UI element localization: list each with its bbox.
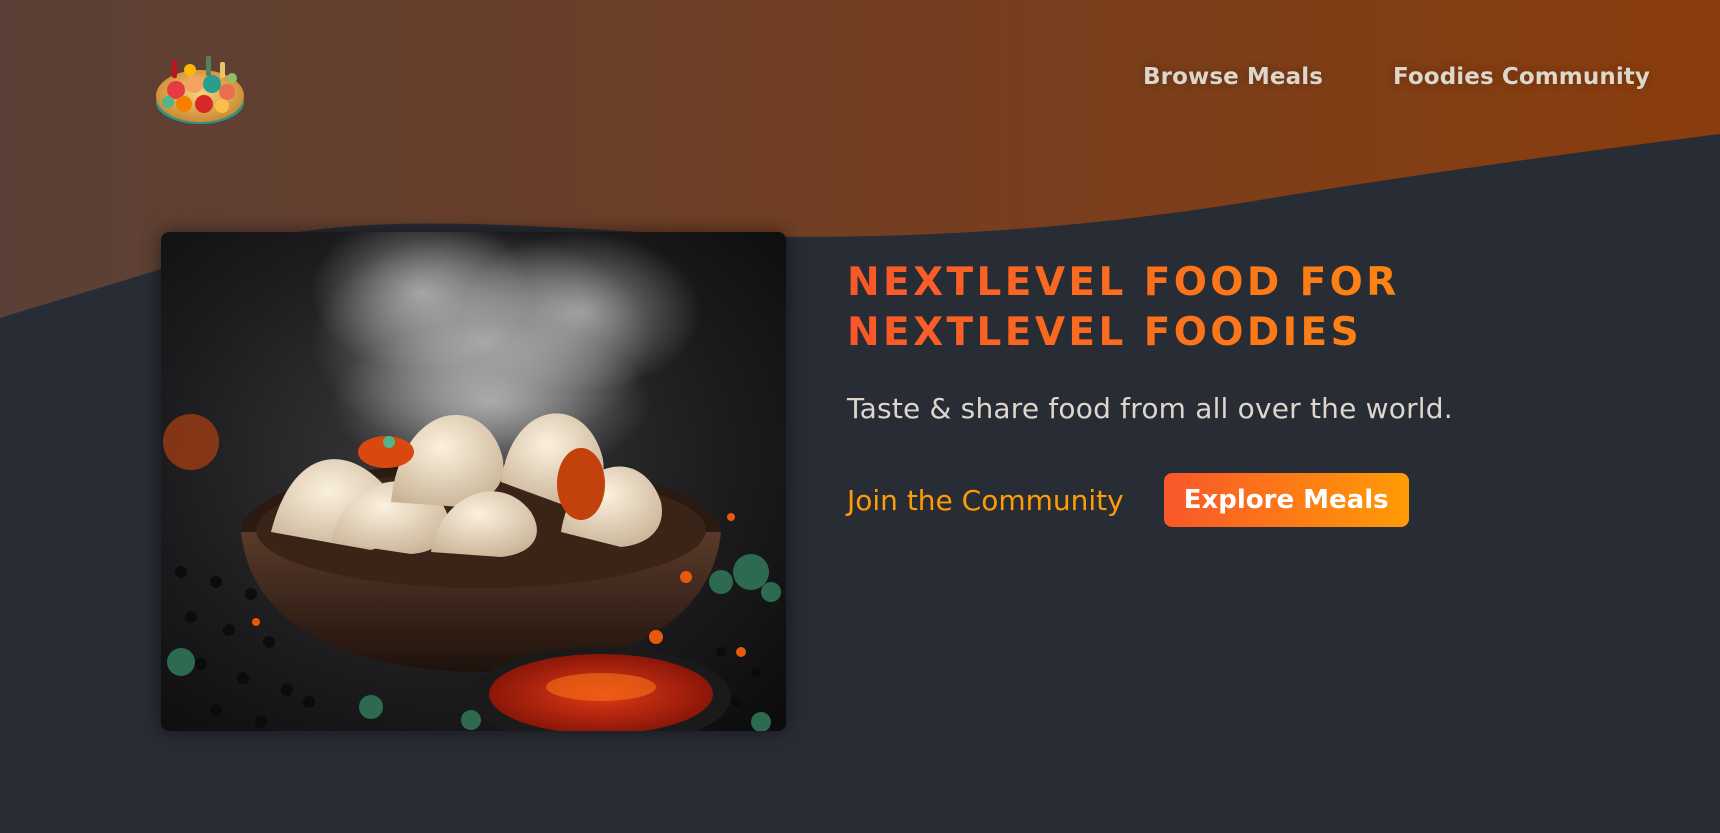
hero-image [161, 232, 786, 731]
hero-text: NEXTLEVEL FOOD FOR NEXTLEVEL FOODIES Tas… [847, 258, 1667, 527]
logo-link[interactable] [150, 32, 250, 132]
site-header: Browse Meals Foodies Community [0, 0, 1720, 170]
join-community-link[interactable]: Join the Community [847, 484, 1124, 517]
hero-headline-line2: NEXTLEVEL FOODIES [847, 310, 1363, 355]
hero-cta-group: Join the Community Explore Meals [847, 473, 1667, 527]
food-platter-icon [156, 56, 244, 124]
explore-meals-button[interactable]: Explore Meals [1163, 473, 1409, 527]
hero-headline-line1: NEXTLEVEL FOOD FOR [847, 260, 1400, 305]
page: Browse Meals Foodies Community NEXTLEVEL… [0, 0, 1720, 833]
hero-tagline: Taste & share food from all over the wor… [847, 392, 1453, 425]
hero-headline: NEXTLEVEL FOOD FOR NEXTLEVEL FOODIES [847, 258, 1667, 358]
nav-foodies-community[interactable]: Foodies Community [1393, 64, 1650, 90]
main-nav: Browse Meals Foodies Community [1143, 64, 1650, 90]
steamed-dumplings-photo [161, 232, 786, 731]
nav-browse-meals[interactable]: Browse Meals [1143, 64, 1323, 90]
